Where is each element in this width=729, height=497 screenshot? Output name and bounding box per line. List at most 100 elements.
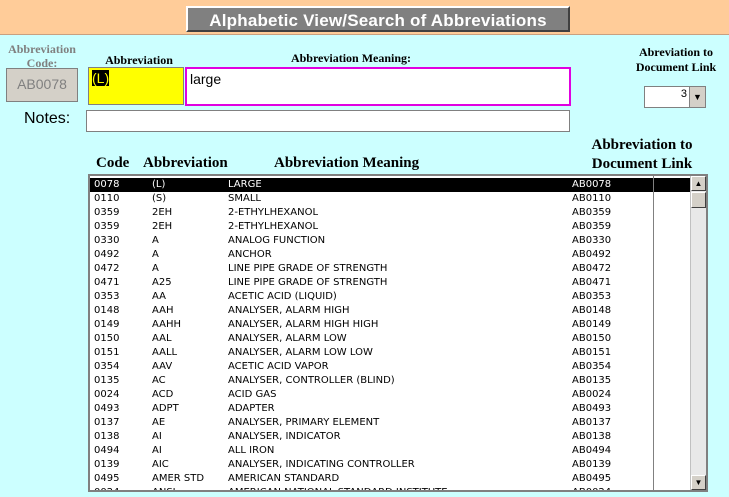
cell-meaning: LARGE [228,179,262,190]
table-row[interactable]: 0148 AAH ANALYSER, ALARM HIGH AB0148 [90,304,692,318]
abbreviation-list[interactable]: 0078 (L) LARGE AB0078 0110 (S) SMALL AB0110 0359… [88,174,708,492]
table-row[interactable]: 0135 AC ANALYSER, CONTROLLER (BLIND) AB0135 [90,374,692,388]
cell-meaning: ANALYSER, ALARM HIGH HIGH [228,319,379,330]
cell-abbreviation: AIC [152,459,169,470]
cell-link: AB0151 [572,347,612,358]
cell-meaning: 2-ETHYLHEXANOL [228,221,319,232]
table-row[interactable]: 0330 A ANALOG FUNCTION AB0330 [90,234,692,248]
list-rows: 0078 (L) LARGE AB0078 0110 (S) SMALL AB0110 0359… [90,178,692,490]
table-row[interactable]: 0137 AE ANALYSER, PRIMARY ELEMENT AB0137 [90,416,692,430]
cell-meaning: ACETIC ACID VAPOR [228,361,329,372]
cell-link: AB0359 [572,221,612,232]
table-row[interactable]: 0472 A LINE PIPE GRADE OF STRENGTH AB0472 [90,262,692,276]
cell-link: AB0354 [572,361,612,372]
cell-link: AB0353 [572,291,612,302]
link-combo[interactable]: 3 ▼ [644,86,706,108]
chevron-down-icon[interactable]: ▼ [689,87,705,107]
abbreviation-input[interactable]: (L) [88,67,184,105]
form-title: Alphabetic View/Search of Abbreviations [186,6,570,32]
table-row[interactable]: 0494 AI ALL IRON AB0494 [90,444,692,458]
cell-abbreviation: A [152,235,159,246]
table-row[interactable]: 0493 ADPT ADAPTER AB0493 [90,402,692,416]
cell-meaning: ANCHOR [228,249,272,260]
cell-abbreviation: 2EH [152,207,173,218]
cell-abbreviation: AMER STD [152,473,205,484]
meaning-input[interactable]: large [185,67,571,106]
table-row[interactable]: 0150 AAL ANALYSER, ALARM LOW AB0150 [90,332,692,346]
cell-link: AB0359 [572,207,612,218]
table-row[interactable]: 0151 AALL ANALYSER, ALARM LOW LOW AB0151 [90,346,692,360]
table-row[interactable]: 0354 AAV ACETIC ACID VAPOR AB0354 [90,360,692,374]
cell-abbreviation: AAL [152,333,172,344]
cell-meaning: AMERICAN NATIONAL STANDARD INSTITUTE [228,486,564,490]
cell-abbreviation: 2EH [152,221,173,232]
cell-link: AB0149 [572,319,612,330]
cell-meaning: AMERICAN STANDARD [228,473,340,484]
cell-code: 0138 [94,431,120,442]
table-row[interactable]: 0139 AIC ANALYSER, INDICATING CONTROLLER AB… [90,458,692,472]
cell-link: AB0330 [572,235,612,246]
cell-meaning: ANALYSER, ALARM LOW [228,333,347,344]
cell-abbreviation: A [152,263,159,274]
cell-meaning: 2-ETHYLHEXANOL [228,207,319,218]
cell-link: AB0150 [572,333,612,344]
scroll-down-icon[interactable]: ▼ [691,475,706,490]
cell-link: AB0492 [572,249,612,260]
cell-code: 0495 [94,473,120,484]
cell-abbreviation: AE [152,417,166,428]
table-row[interactable]: 0110 (S) SMALL AB0110 [90,192,692,206]
table-row[interactable]: 0138 AI ANALYSER, INDICATOR AB0138 [90,430,692,444]
cell-link: AB0078 [572,179,612,190]
scrollbar[interactable]: ▲ ▼ [690,176,706,490]
cell-abbreviation: AA [152,291,166,302]
table-row[interactable]: 0078 (L) LARGE AB0078 [90,178,692,192]
cell-link: AB0024 [572,389,612,400]
cell-abbreviation: A25 [152,277,172,288]
cell-meaning: ALL IRON [228,445,275,456]
cell-meaning: ACID GAS [228,389,277,400]
cell-code: 0359 [94,207,120,218]
cell-meaning: ANALYSER, INDICATOR [228,431,341,442]
table-row[interactable]: 0495 AMER STD AMERICAN STANDARD AB0495 [90,472,692,486]
cell-abbreviation: AC [152,375,166,386]
cell-abbreviation: AAHH [152,319,181,330]
scroll-thumb[interactable] [691,192,706,208]
cell-code: 0148 [94,305,120,316]
cell-code: 0493 [94,403,120,414]
header-meaning: Abbreviation Meaning [274,155,420,171]
table-row[interactable]: 0353 AA ACETIC ACID (LIQUID) AB0353 [90,290,692,304]
cell-code: 0137 [94,417,120,428]
cell-meaning: ANALOG FUNCTION [228,235,326,246]
table-row[interactable]: 0359 2EH 2-ETHYLHEXANOL AB0359 [90,220,692,234]
cell-code: 0078 [94,179,120,190]
cell-link: AB0024 [572,486,642,490]
cell-abbreviation: AI [152,431,162,442]
cell-code: 0135 [94,375,120,386]
cell-meaning: LINE PIPE GRADE OF STRENGTH [228,277,388,288]
table-row[interactable]: 0471 A25 LINE PIPE GRADE OF STRENGTH AB0471 [90,276,692,290]
cell-code: 0494 [94,445,120,456]
table-row[interactable]: 0024ANSI AMERICAN NATIONAL STANDARD INSTI… [90,486,692,490]
table-row[interactable]: 0149 AAHH ANALYSER, ALARM HIGH HIGH AB0149 [90,318,692,332]
abbreviation-label: Abbreviation [105,53,173,67]
cell-abbreviation: (L) [152,179,166,190]
table-row[interactable]: 0492 A ANCHOR AB0492 [90,248,692,262]
cell-abbreviation: AALL [152,347,178,358]
link-label: Abreviation to Document Link [635,45,717,74]
code-field: AB0078 [6,68,78,102]
link-value: 3 [680,88,687,100]
cell-code: 0149 [94,319,120,330]
cell-link: AB0494 [572,445,612,456]
cell-code: 0492 [94,249,120,260]
cell-link: AB0471 [572,277,612,288]
cell-meaning: LINE PIPE GRADE OF STRENGTH [228,263,388,274]
cell-code: 0472 [94,263,120,274]
scroll-up-icon[interactable]: ▲ [691,176,706,191]
table-row[interactable]: 0024 ACD ACID GAS AB0024 [90,388,692,402]
cell-abbreviation: ADPT [152,403,179,414]
cell-code: 0330 [94,235,120,246]
table-row[interactable]: 0359 2EH 2-ETHYLHEXANOL AB0359 [90,206,692,220]
code-label: Abbreviation Code: [8,42,76,70]
notes-input[interactable] [86,110,570,132]
cell-link: AB0495 [572,473,612,484]
